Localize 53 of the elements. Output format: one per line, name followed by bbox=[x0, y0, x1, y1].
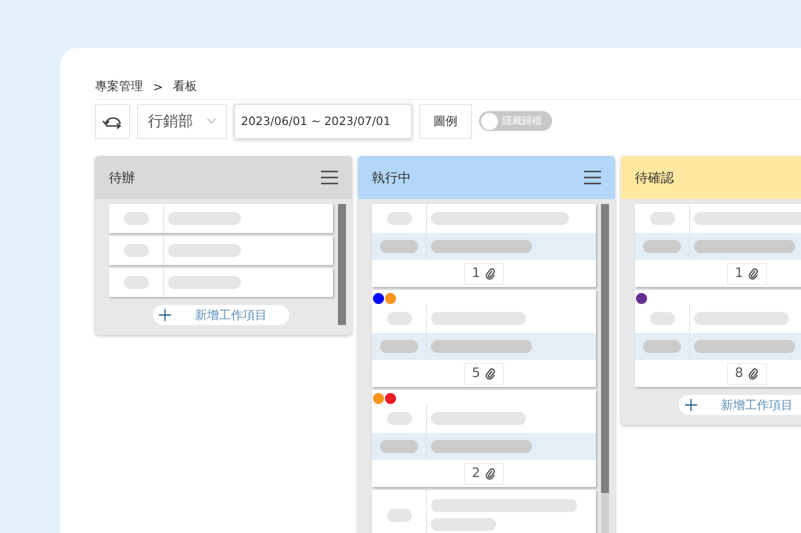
date-range-field[interactable]: 2023/06/01 ~ 2023/07/01 bbox=[234, 104, 412, 138]
skeleton-bar bbox=[386, 312, 412, 325]
task-card[interactable]: 2 bbox=[372, 390, 596, 487]
skeleton-bar bbox=[124, 276, 148, 289]
skeleton-bar bbox=[386, 212, 412, 225]
task-card[interactable] bbox=[372, 490, 596, 533]
skeleton-bar bbox=[650, 212, 674, 225]
refresh-button[interactable] bbox=[95, 104, 130, 138]
scrollbar[interactable] bbox=[601, 204, 609, 533]
legend-button[interactable]: 圖例 bbox=[419, 104, 472, 138]
attachment-count[interactable]: 2 bbox=[464, 462, 504, 484]
skeleton-bar bbox=[124, 212, 148, 225]
paperclip-icon bbox=[748, 268, 760, 280]
add-task-button[interactable]: 新增工作項目 bbox=[679, 395, 801, 415]
breadcrumb-item[interactable]: 專案管理 bbox=[95, 78, 143, 95]
chevron-down-icon bbox=[207, 118, 216, 124]
skeleton-bar bbox=[386, 508, 412, 522]
plus-icon bbox=[685, 399, 697, 411]
task-card[interactable]: 1 bbox=[635, 204, 801, 287]
attachment-count[interactable]: 1 bbox=[727, 262, 767, 284]
attachment-count[interactable]: 8 bbox=[727, 362, 767, 384]
department-select[interactable]: 行銷部 bbox=[137, 104, 227, 138]
task-card[interactable]: 1 bbox=[372, 204, 596, 287]
menu-icon[interactable] bbox=[584, 170, 601, 185]
skeleton-bar bbox=[380, 240, 418, 253]
column-title: 待確認 bbox=[635, 170, 674, 186]
breadcrumb-separator: > bbox=[153, 80, 164, 94]
skeleton-bar bbox=[124, 244, 148, 257]
attachment-count[interactable]: 5 bbox=[464, 362, 504, 384]
skeleton-bar bbox=[643, 340, 681, 353]
skeleton-bar bbox=[380, 340, 418, 353]
task-card[interactable] bbox=[109, 268, 333, 297]
scrollbar[interactable] bbox=[338, 204, 346, 325]
skeleton-bar bbox=[431, 518, 496, 531]
skeleton-bar bbox=[643, 240, 681, 253]
breadcrumb-item[interactable]: 看板 bbox=[173, 78, 198, 95]
attachment-count[interactable]: 1 bbox=[464, 262, 504, 284]
plus-icon bbox=[159, 309, 171, 321]
task-card[interactable] bbox=[109, 236, 333, 265]
skeleton-bar bbox=[650, 312, 674, 325]
paperclip-icon bbox=[485, 268, 496, 280]
column-title: 待辦 bbox=[109, 170, 135, 186]
add-task-button[interactable]: 新增工作項目 bbox=[153, 305, 289, 325]
task-card[interactable]: 8 bbox=[635, 290, 801, 387]
menu-icon[interactable] bbox=[321, 170, 338, 185]
skeleton-bar bbox=[380, 440, 418, 453]
paperclip-icon bbox=[748, 368, 760, 380]
column-title: 執行中 bbox=[372, 170, 411, 186]
task-card[interactable]: 5 bbox=[372, 290, 596, 387]
paperclip-icon bbox=[485, 368, 496, 380]
task-card[interactable] bbox=[109, 204, 333, 233]
skeleton-bar bbox=[386, 412, 412, 425]
paperclip-icon bbox=[485, 468, 496, 480]
